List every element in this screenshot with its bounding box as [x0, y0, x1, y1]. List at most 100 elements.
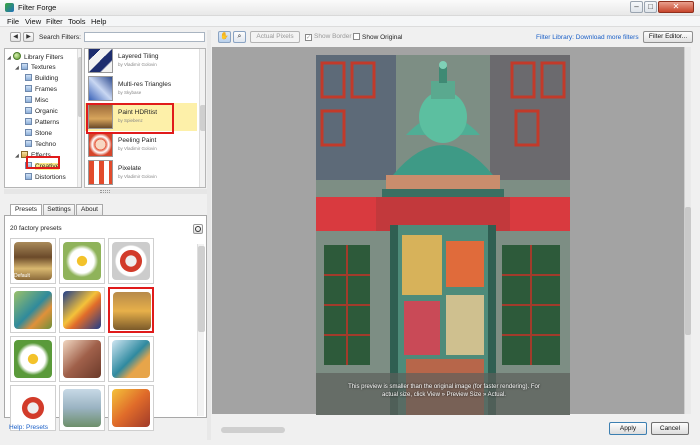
preset-thumbnail [112, 242, 150, 280]
tree-item-misc[interactable]: Misc [25, 96, 48, 106]
filter-item-layered-tiling[interactable]: Layered Tiling by Vladimir Golovin [85, 49, 197, 75]
preview-scrollbar[interactable] [684, 47, 691, 414]
apply-button[interactable]: Apply [609, 422, 647, 435]
preset-fish-2[interactable] [108, 385, 154, 431]
tree-item-building[interactable]: Building [25, 74, 58, 84]
preset-daisy-2[interactable] [10, 336, 56, 382]
tree-item-patterns[interactable]: Patterns [25, 118, 59, 128]
filter-thumbnail [88, 49, 113, 73]
tree-item-frames[interactable]: Frames [25, 85, 57, 95]
show-original-checkbox[interactable]: Show Original [353, 33, 402, 41]
preview-area[interactable]: This preview is smaller than the origina… [212, 47, 684, 415]
menu-help[interactable]: Help [91, 17, 106, 26]
preset-thumbnail [113, 292, 151, 330]
tab-about[interactable]: About [76, 204, 103, 215]
actual-pixels-button[interactable]: Actual Pixels [250, 31, 300, 43]
folder-icon [25, 74, 32, 81]
tab-settings[interactable]: Settings [43, 204, 75, 215]
folder-icon [25, 107, 32, 114]
kiosk-painting-image [316, 55, 570, 415]
menu-bar: File View Filter Tools Help [0, 16, 700, 27]
search-label: Search Filters: [39, 34, 81, 41]
preset-zoom-button[interactable] [193, 224, 203, 234]
filter-author: by Vladimir Golovin [118, 146, 157, 151]
tree-item-stone[interactable]: Stone [25, 129, 52, 139]
menu-file[interactable]: File [7, 17, 19, 26]
vertical-splitter[interactable] [207, 30, 211, 440]
tree-item-distortions[interactable]: Distortions [25, 173, 66, 183]
preset-thumbnail [112, 389, 150, 427]
preset-default-label: Default [14, 273, 30, 279]
filter-name: Layered Tiling [118, 53, 159, 60]
filter-scrollbar[interactable] [199, 49, 205, 187]
show-border-label: Show Border [314, 33, 352, 40]
tree-item-techno[interactable]: Techno [25, 140, 56, 150]
filter-author: by Skybase [118, 90, 142, 95]
menu-view[interactable]: View [25, 17, 41, 26]
show-original-label: Show Original [362, 34, 403, 41]
library-icon [13, 52, 21, 60]
filter-thumbnail [88, 160, 113, 185]
zoom-tool-icon[interactable]: ⌕ [233, 31, 246, 43]
filter-name: Multi-res Triangles [118, 81, 172, 88]
preset-thumbnail [14, 389, 52, 427]
folder-icon [21, 63, 28, 70]
cancel-button[interactable]: Cancel [651, 422, 689, 435]
filter-item-multi-res-triangles[interactable]: Multi-res Triangles by Skybase [85, 75, 197, 103]
preview-hscroll[interactable] [221, 427, 285, 433]
folder-icon [25, 85, 32, 92]
app-icon [5, 3, 14, 12]
preview-image: This preview is smaller than the origina… [316, 55, 570, 415]
preset-kingfisher[interactable] [10, 287, 56, 333]
preset-window[interactable]: Default [10, 238, 56, 284]
preset-thumbnail [63, 389, 101, 427]
presets-count: 20 factory presets [10, 225, 62, 232]
forward-button[interactable]: ▶ [23, 32, 34, 42]
preset-thumbnail [63, 340, 101, 378]
help-presets-link[interactable]: Help: Presets [9, 424, 48, 431]
filter-name: Pixelate [118, 165, 142, 172]
tree-item-label: Building [35, 75, 59, 82]
back-button[interactable]: ◀ [10, 32, 21, 42]
horizontal-splitter[interactable] [4, 189, 207, 194]
filter-item-pixelate[interactable]: Pixelate by Vladimir Golovin [85, 159, 197, 187]
close-button[interactable]: ✕ [658, 1, 694, 13]
preset-daisy[interactable] [59, 238, 105, 284]
maximize-button[interactable]: □ [644, 1, 657, 13]
menu-tools[interactable]: Tools [68, 17, 86, 26]
filter-thumbnail [88, 76, 113, 101]
tree-item-label: Misc [35, 97, 49, 104]
preset-thumbnail [63, 242, 101, 280]
show-border-checkbox[interactable]: ✓ Show Border [305, 33, 352, 41]
filter-library-link[interactable]: Filter Library: Download more filters [536, 34, 639, 41]
folder-icon [25, 118, 32, 125]
tree-item-label: Organic [35, 108, 58, 115]
tree-scrollbar[interactable] [77, 49, 81, 187]
hand-tool-icon[interactable]: ✋ [218, 31, 231, 43]
menu-filter[interactable]: Filter [46, 17, 63, 26]
tree-item-library-filters[interactable]: ◢ Library Filters [7, 52, 63, 62]
folder-icon [25, 96, 32, 103]
tree-item-label: Distortions [35, 174, 66, 181]
tree-item-label: Library Filters [24, 54, 64, 61]
preset-fish[interactable] [59, 287, 105, 333]
filter-item-peeling-paint[interactable]: Peeling Paint by Vladimir Golovin [85, 131, 197, 159]
tree-item-textures[interactable]: ◢ Textures [15, 63, 56, 73]
panel-tabs: Presets Settings About [4, 204, 207, 216]
preset-portrait[interactable] [59, 336, 105, 382]
filter-author: by Vladimir Golovin [118, 62, 157, 67]
minimize-button[interactable]: – [630, 1, 643, 13]
preview-toolbar: ✋ ⌕ Actual Pixels ✓ Show Border Show Orig… [212, 30, 696, 46]
search-input[interactable] [84, 32, 205, 42]
preset-landscape[interactable] [59, 385, 105, 431]
filter-author: by Vladimir Golovin [118, 174, 157, 179]
folder-icon [25, 129, 32, 136]
preset-kingfisher-2[interactable] [108, 336, 154, 382]
filter-editor-button[interactable]: Filter Editor... [643, 31, 693, 43]
preset-thumbnail [112, 340, 150, 378]
tree-item-organic[interactable]: Organic [25, 107, 58, 117]
preset-lifebuoy[interactable] [108, 238, 154, 284]
preset-window-selected[interactable] [108, 287, 154, 333]
presets-scrollbar[interactable] [197, 244, 205, 416]
preset-thumbnail [14, 340, 52, 378]
